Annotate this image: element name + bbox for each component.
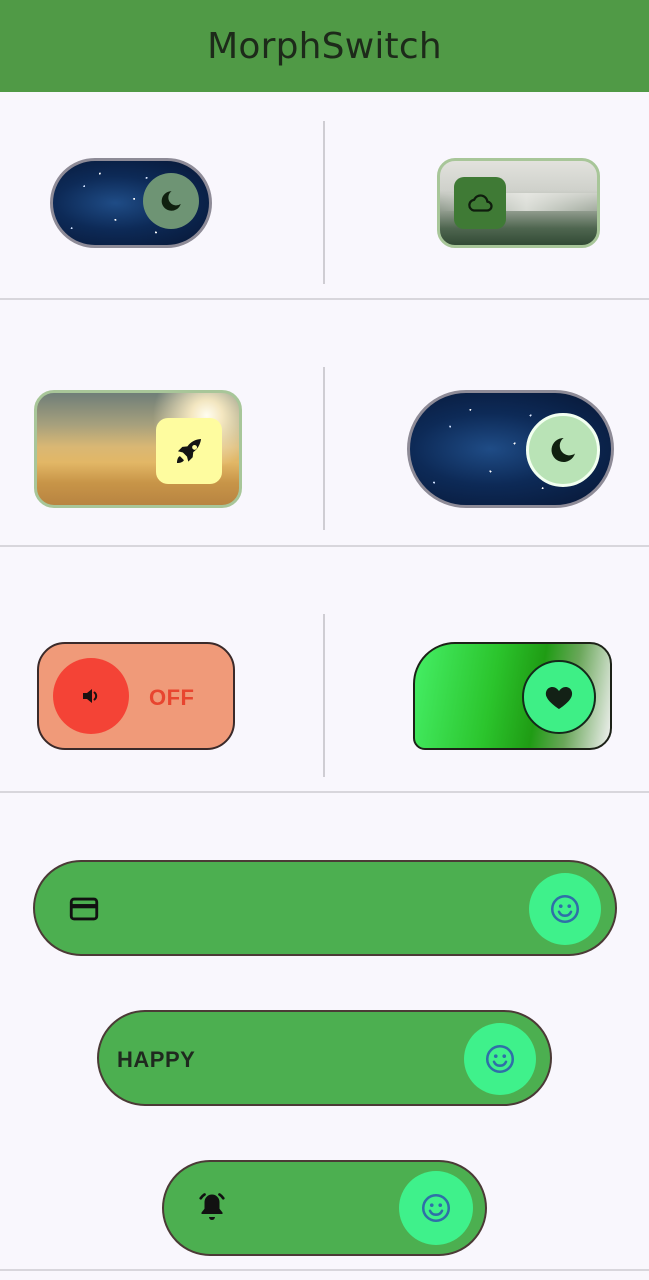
row-divider	[0, 791, 649, 793]
vertical-divider	[323, 614, 325, 777]
volume-icon	[83, 689, 98, 703]
desert-rocket-switch[interactable]	[34, 390, 242, 508]
switch-knob	[526, 413, 600, 487]
switch-knob	[454, 177, 506, 229]
smiley-icon	[550, 894, 580, 924]
switch-label: HAPPY	[117, 1047, 196, 1072]
switch-knob	[399, 1171, 473, 1245]
alarm-bell-icon	[199, 1193, 225, 1220]
app-title: MorphSwitch	[207, 25, 442, 67]
heart-switch[interactable]	[413, 642, 612, 750]
switch-knob	[529, 873, 601, 945]
night-switch-large[interactable]	[407, 390, 614, 508]
switch-knob	[156, 418, 222, 484]
night-switch-small[interactable]	[50, 158, 212, 248]
vertical-divider	[323, 121, 325, 284]
moon-icon	[551, 437, 575, 462]
card-pill-switch[interactable]	[33, 860, 617, 956]
switch-state-label: OFF	[149, 685, 195, 710]
alarm-pill-switch[interactable]	[162, 1160, 487, 1256]
switch-knob	[522, 660, 596, 734]
switch-knob	[53, 658, 129, 734]
row-divider	[0, 1269, 649, 1271]
vertical-divider	[323, 367, 325, 530]
switch-knob	[464, 1023, 536, 1095]
row-divider	[0, 298, 649, 300]
cloud-icon	[468, 194, 493, 212]
smiley-icon	[485, 1044, 515, 1074]
heart-icon	[545, 687, 573, 709]
app-bar: MorphSwitch	[0, 0, 649, 92]
happy-pill-switch[interactable]: HAPPY	[97, 1010, 552, 1106]
sound-switch[interactable]: OFF	[37, 642, 235, 750]
row-divider	[0, 545, 649, 547]
switch-knob	[143, 173, 199, 229]
moon-icon	[161, 191, 181, 211]
rocket-icon	[176, 438, 202, 464]
cloud-fog-switch[interactable]	[437, 158, 600, 248]
smiley-icon	[421, 1193, 451, 1223]
credit-card-icon	[69, 897, 99, 921]
